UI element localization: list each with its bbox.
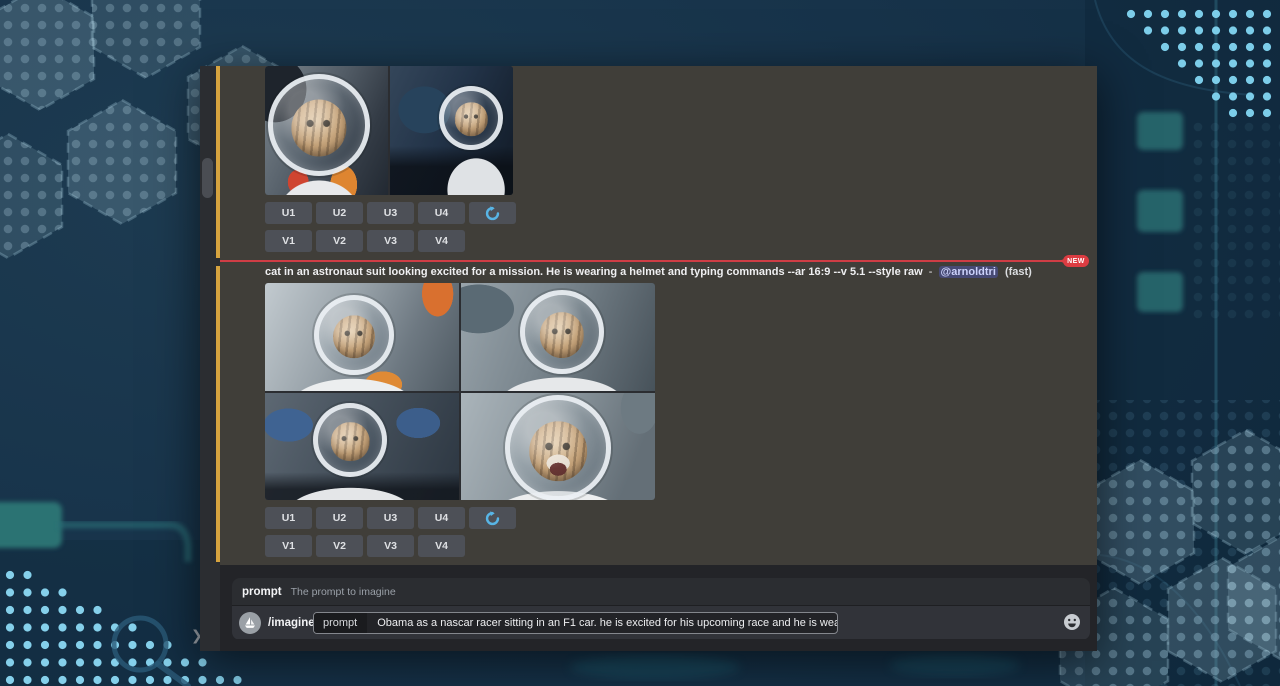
user-mention[interactable]: @arnoldtri [939, 266, 998, 278]
composer-panel: prompt The prompt to imagine /imagine pr… [232, 578, 1090, 640]
emoji-picker-button[interactable] [1063, 613, 1081, 631]
refresh-icon [485, 511, 500, 526]
variation-2-button[interactable]: V2 [316, 535, 363, 557]
generated-image[interactable] [265, 393, 459, 501]
variation-button-row: V1 V2 V3 V4 [265, 230, 465, 252]
dash-separator: - [929, 266, 933, 278]
new-divider-line [220, 260, 1067, 262]
midjourney-bot-avatar [239, 612, 261, 634]
variation-1-button[interactable]: V1 [265, 230, 312, 252]
prompt-text: cat in an astronaut suit looking excited… [265, 266, 923, 278]
composer-section: prompt The prompt to imagine /imagine pr… [220, 565, 1097, 651]
upscale-1-button[interactable]: U1 [265, 202, 312, 224]
generated-image[interactable] [461, 393, 655, 501]
generated-image[interactable] [265, 283, 459, 391]
autocomplete-option-row[interactable]: prompt The prompt to imagine [232, 578, 1090, 606]
upscale-2-button[interactable]: U2 [316, 202, 363, 224]
teal-pad [0, 502, 62, 548]
dot-texture [1190, 120, 1280, 320]
message-input-bar[interactable]: /imagine prompt Obama as a nascar racer … [232, 606, 1090, 639]
scrollbar-track[interactable] [200, 66, 216, 651]
upscale-4-button[interactable]: U4 [418, 202, 465, 224]
image-grid-2x2 [265, 283, 655, 500]
scrollbar-thumb[interactable] [202, 158, 213, 198]
upscale-4-button[interactable]: U4 [418, 507, 465, 529]
upscale-button-row: U1 U2 U3 U4 [265, 507, 516, 529]
message-text: cat in an astronaut suit looking excited… [265, 266, 1065, 281]
variation-3-button[interactable]: V3 [367, 230, 414, 252]
upscale-button-row: U1 U2 U3 U4 [265, 202, 516, 224]
variation-4-button[interactable]: V4 [418, 230, 465, 252]
teal-glow [890, 654, 1020, 676]
chat-area: U1 U2 U3 U4 V1 V2 V3 V4 [220, 66, 1097, 565]
teal-glow [570, 655, 740, 679]
teal-pad [1137, 190, 1183, 232]
reroll-button[interactable] [469, 507, 516, 529]
generated-image[interactable] [265, 66, 388, 195]
option-chip: prompt [314, 613, 367, 633]
variation-3-button[interactable]: V3 [367, 535, 414, 557]
smiley-icon [1063, 613, 1081, 631]
refresh-icon [485, 206, 500, 221]
option-value-text: Obama as a nascar racer sitting in an F1… [367, 617, 838, 629]
variation-4-button[interactable]: V4 [418, 535, 465, 557]
option-description: The prompt to imagine [291, 586, 396, 598]
new-badge: NEW [1063, 255, 1089, 267]
generated-image[interactable] [461, 283, 655, 391]
slash-command-label: /imagine [268, 606, 315, 639]
desktop-stage: ❯ U1 U2 U3 U4 [0, 0, 1280, 686]
variation-1-button[interactable]: V1 [265, 535, 312, 557]
teal-pad [1137, 272, 1183, 312]
variation-2-button[interactable]: V2 [316, 230, 363, 252]
upscale-3-button[interactable]: U3 [367, 507, 414, 529]
reroll-button[interactable] [469, 202, 516, 224]
variation-button-row: V1 V2 V3 V4 [265, 535, 465, 557]
upscale-3-button[interactable]: U3 [367, 202, 414, 224]
generated-image[interactable] [390, 66, 513, 195]
option-name: prompt [242, 586, 282, 598]
command-option-input[interactable]: prompt Obama as a nascar racer sitting i… [313, 612, 838, 634]
teal-pad [1137, 112, 1183, 150]
speed-mode-tag: (fast) [1005, 266, 1032, 278]
midjourney-sailboat-icon [242, 615, 258, 631]
discord-window: U1 U2 U3 U4 V1 V2 V3 V4 [200, 66, 1097, 651]
image-grid-upscaled [265, 66, 513, 195]
upscale-1-button[interactable]: U1 [265, 507, 312, 529]
upscale-2-button[interactable]: U2 [316, 507, 363, 529]
